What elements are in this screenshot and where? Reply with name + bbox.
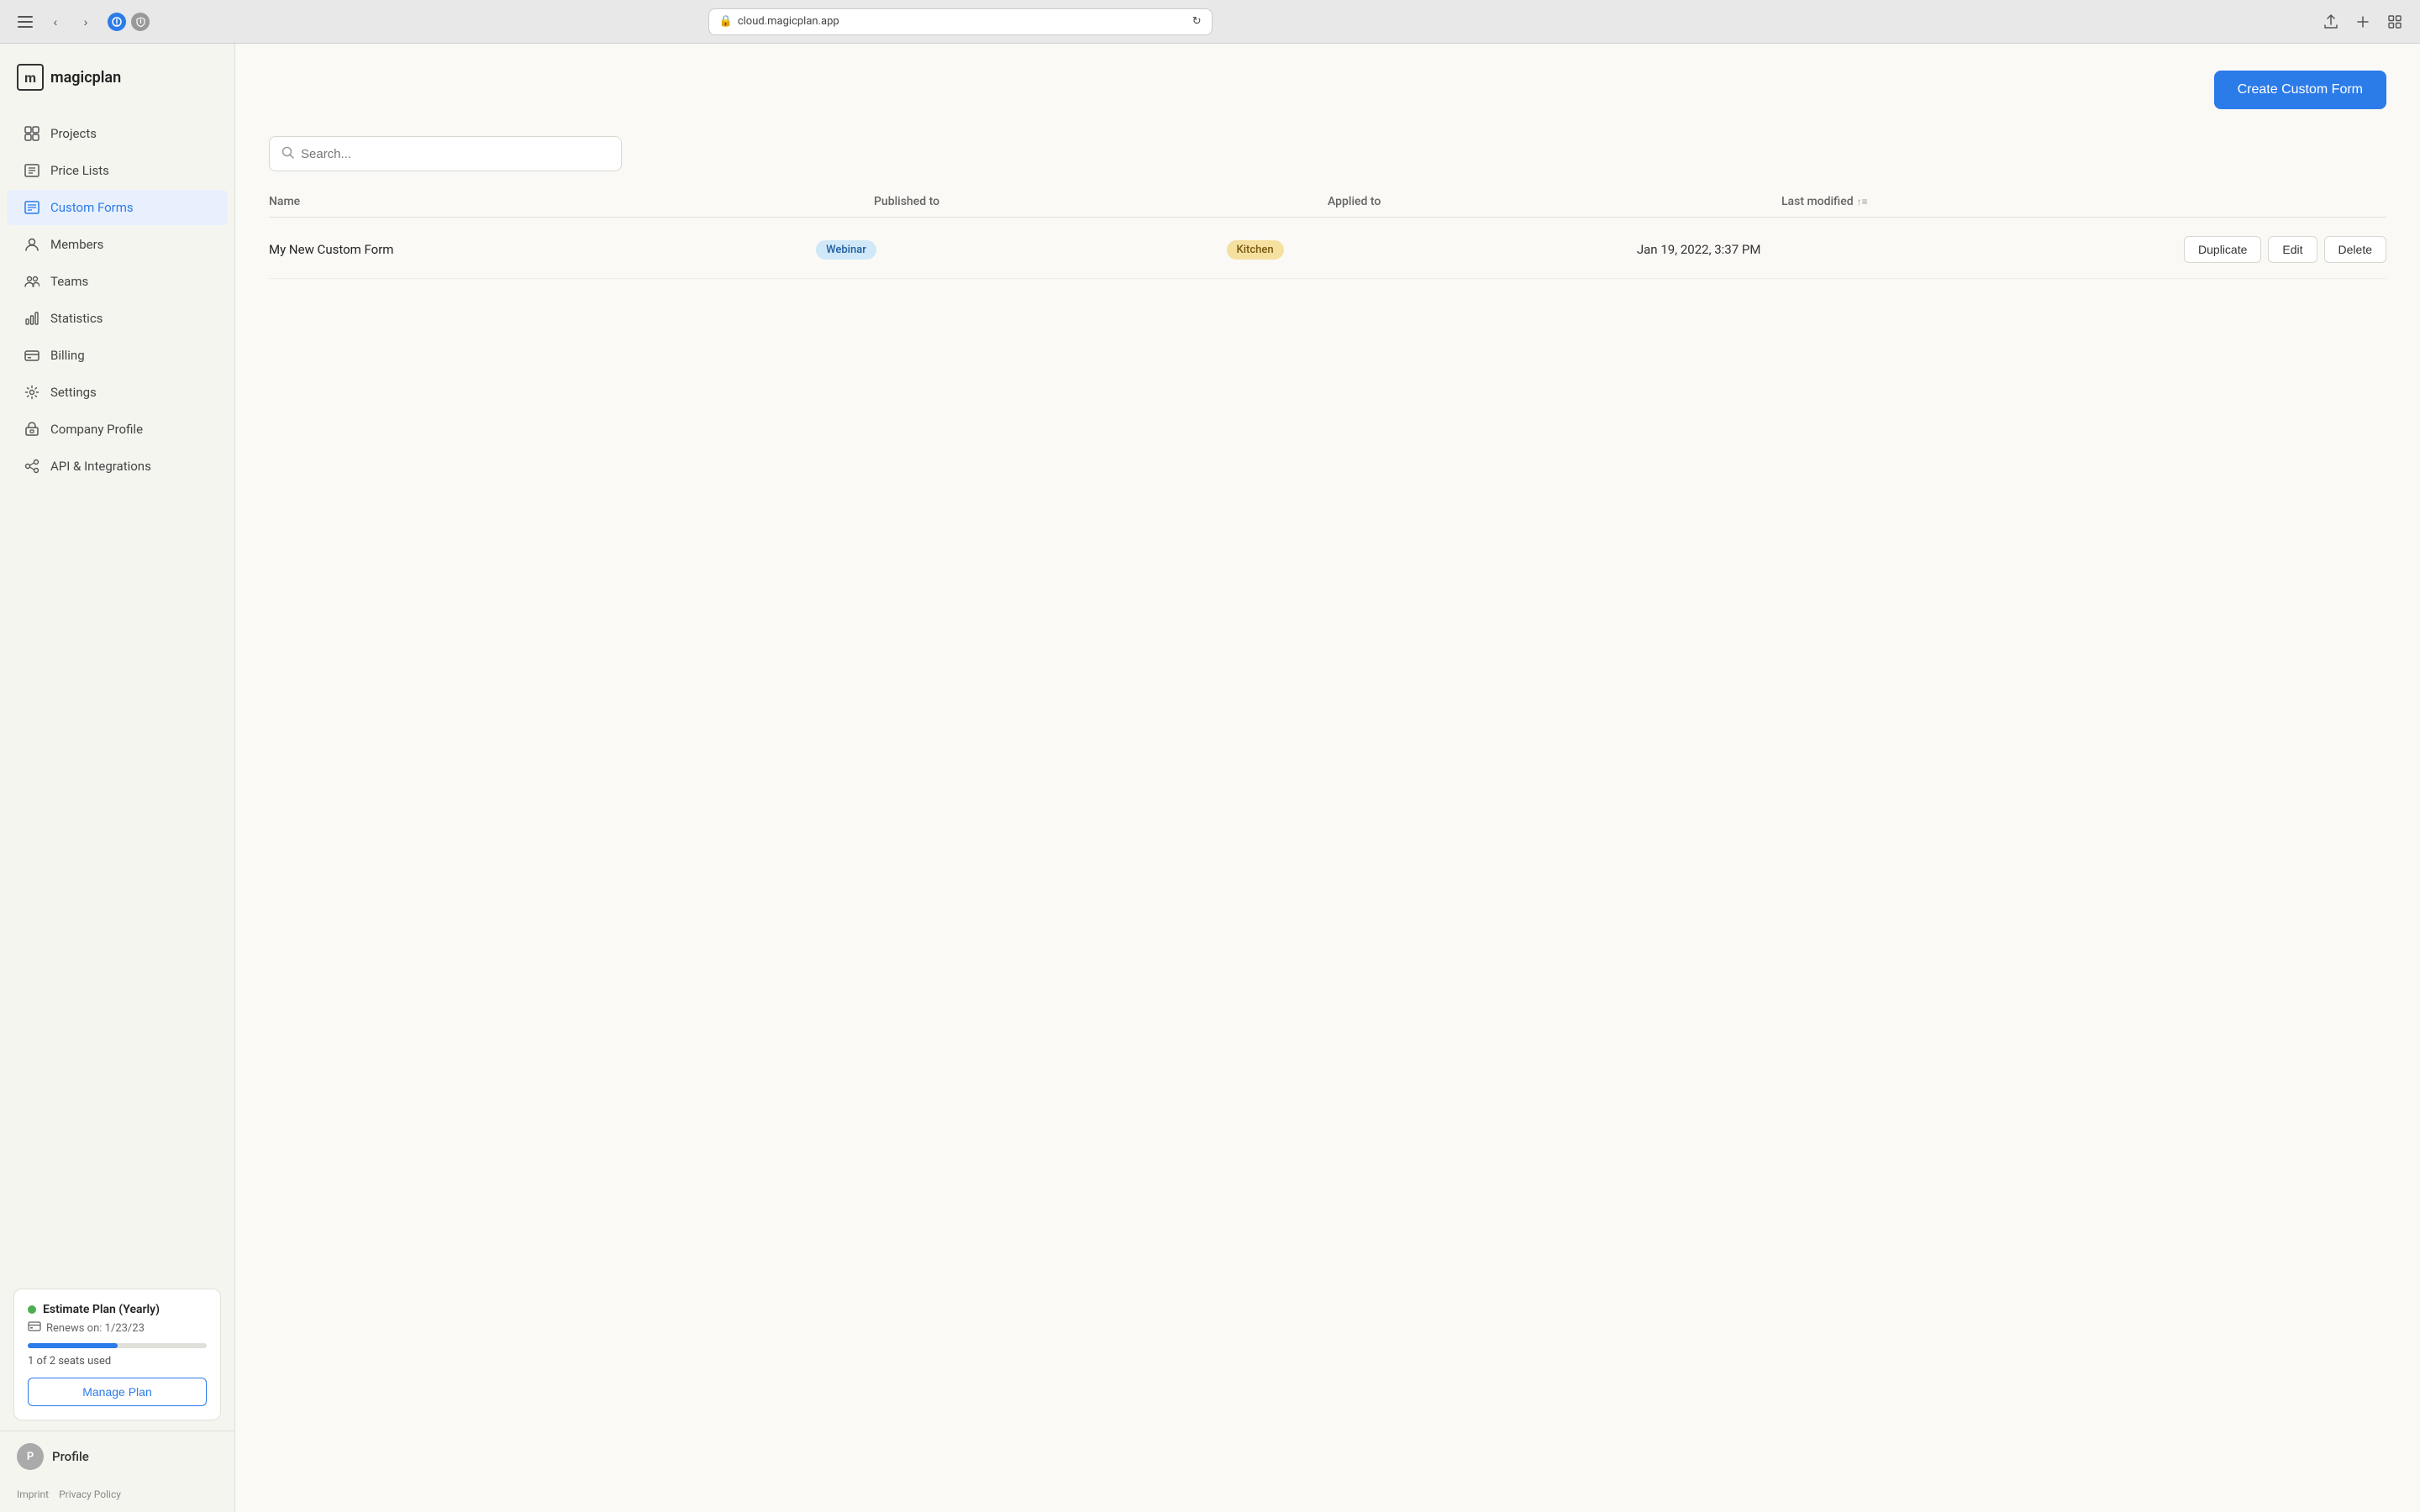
table-header: Name Published to Applied to Last modifi…: [269, 195, 2386, 218]
duplicate-button[interactable]: Duplicate: [2184, 236, 2261, 263]
lock-icon: 🔒: [719, 15, 733, 28]
seats-progress-fill: [28, 1343, 118, 1348]
statistics-icon: [24, 310, 40, 327]
column-header-name: Name: [269, 195, 874, 208]
sidebar-toggle-button[interactable]: [13, 10, 37, 34]
company-profile-icon: [24, 421, 40, 438]
row-published-to: Webinar: [816, 240, 1226, 260]
browser-controls: ‹ ›: [13, 10, 97, 34]
sidebar-item-label: Custom Forms: [50, 200, 134, 215]
sidebar-item-members[interactable]: Members: [7, 227, 228, 262]
column-header-applied-to: Applied to: [1328, 195, 1781, 208]
plan-status-dot: [28, 1305, 36, 1314]
sidebar: m magicplan Projects: [0, 44, 235, 1512]
content-header: Create Custom Form: [269, 71, 2386, 109]
sidebar-item-label: API & Integrations: [50, 459, 151, 474]
row-last-modified: Jan 19, 2022, 3:37 PM: [1637, 242, 2184, 257]
plan-box: Estimate Plan (Yearly) Renews on: 1/23/2…: [13, 1289, 221, 1420]
grid-button[interactable]: [2383, 10, 2407, 34]
sidebar-item-projects[interactable]: Projects: [7, 116, 228, 151]
table-row: My New Custom Form Webinar Kitchen Jan 1…: [269, 221, 2386, 279]
sidebar-nav: Projects Price Lists: [0, 108, 234, 1278]
members-icon: [24, 236, 40, 253]
profile-section[interactable]: P Profile: [0, 1431, 234, 1482]
tab-icon-shield: [131, 13, 150, 31]
imprint-link[interactable]: Imprint: [17, 1488, 49, 1500]
published-badge: Webinar: [816, 240, 876, 260]
share-button[interactable]: [2319, 10, 2343, 34]
plan-name: Estimate Plan (Yearly): [43, 1303, 160, 1316]
seats-progress-bg: [28, 1343, 207, 1348]
plan-header: Estimate Plan (Yearly): [28, 1303, 207, 1316]
plan-renew-text: Renews on: 1/23/23: [46, 1322, 145, 1335]
teams-icon: [24, 273, 40, 290]
applied-badge: Kitchen: [1227, 240, 1284, 260]
tab-icon-blue: [108, 13, 126, 31]
row-actions: Duplicate Edit Delete: [2184, 236, 2386, 263]
sidebar-item-label: Company Profile: [50, 422, 143, 437]
sidebar-item-label: Billing: [50, 348, 85, 363]
manage-plan-button[interactable]: Manage Plan: [28, 1378, 207, 1406]
sidebar-item-api-integrations[interactable]: API & Integrations: [7, 449, 228, 484]
column-header-published-to: Published to: [874, 195, 1328, 208]
search-bar: [269, 136, 622, 171]
sidebar-item-label: Projects: [50, 126, 97, 141]
address-bar[interactable]: 🔒 cloud.magicplan.app ↻: [708, 8, 1213, 35]
new-tab-button[interactable]: [2351, 10, 2375, 34]
browser-chrome: ‹ › 🔒 cloud.magicplan.app ↻: [0, 0, 2420, 44]
edit-button[interactable]: Edit: [2268, 236, 2317, 263]
sidebar-item-price-lists[interactable]: Price Lists: [7, 153, 228, 188]
privacy-policy-link[interactable]: Privacy Policy: [59, 1488, 121, 1500]
avatar: P: [17, 1443, 44, 1470]
sidebar-item-label: Statistics: [50, 311, 103, 326]
api-integrations-icon: [24, 458, 40, 475]
settings-icon: [24, 384, 40, 401]
app-logo: m magicplan: [0, 44, 234, 108]
reload-button[interactable]: ↻: [1192, 15, 1202, 28]
row-name: My New Custom Form: [269, 242, 816, 257]
sidebar-item-teams[interactable]: Teams: [7, 264, 228, 299]
sidebar-item-company-profile[interactable]: Company Profile: [7, 412, 228, 447]
logo-icon: m: [17, 64, 44, 91]
sidebar-item-settings[interactable]: Settings: [7, 375, 228, 410]
plan-seats-text: 1 of 2 seats used: [28, 1355, 207, 1368]
sidebar-item-label: Settings: [50, 385, 97, 400]
sidebar-item-custom-forms[interactable]: Custom Forms: [7, 190, 228, 225]
credit-card-icon: [28, 1321, 41, 1335]
plan-renew: Renews on: 1/23/23: [28, 1321, 207, 1335]
custom-forms-icon: [24, 199, 40, 216]
browser-action-buttons: [2319, 10, 2407, 34]
sidebar-item-statistics[interactable]: Statistics: [7, 301, 228, 336]
sort-icon: ↑≡: [1857, 196, 1868, 207]
search-icon: [281, 146, 294, 162]
logo-text: magicplan: [50, 69, 121, 87]
delete-button[interactable]: Delete: [2324, 236, 2386, 263]
create-custom-form-button[interactable]: Create Custom Form: [2214, 71, 2386, 109]
url-text: cloud.magicplan.app: [738, 15, 839, 28]
projects-icon: [24, 125, 40, 142]
sidebar-item-label: Price Lists: [50, 163, 109, 178]
search-input[interactable]: [301, 147, 609, 161]
main-content: Create Custom Form Name Published to App…: [235, 44, 2420, 1512]
back-button[interactable]: ‹: [44, 10, 67, 34]
billing-icon: [24, 347, 40, 364]
sidebar-item-billing[interactable]: Billing: [7, 338, 228, 373]
tab-security-icons: [108, 13, 150, 31]
sidebar-footer: Imprint Privacy Policy: [0, 1482, 234, 1512]
price-lists-icon: [24, 162, 40, 179]
sidebar-item-label: Members: [50, 237, 103, 252]
app-layout: m magicplan Projects: [0, 44, 2420, 1512]
column-header-last-modified[interactable]: Last modified ↑≡: [1781, 195, 2386, 208]
row-applied-to: Kitchen: [1227, 240, 1637, 260]
forward-button[interactable]: ›: [74, 10, 97, 34]
sidebar-item-label: Teams: [50, 274, 88, 289]
profile-name: Profile: [52, 1449, 89, 1464]
